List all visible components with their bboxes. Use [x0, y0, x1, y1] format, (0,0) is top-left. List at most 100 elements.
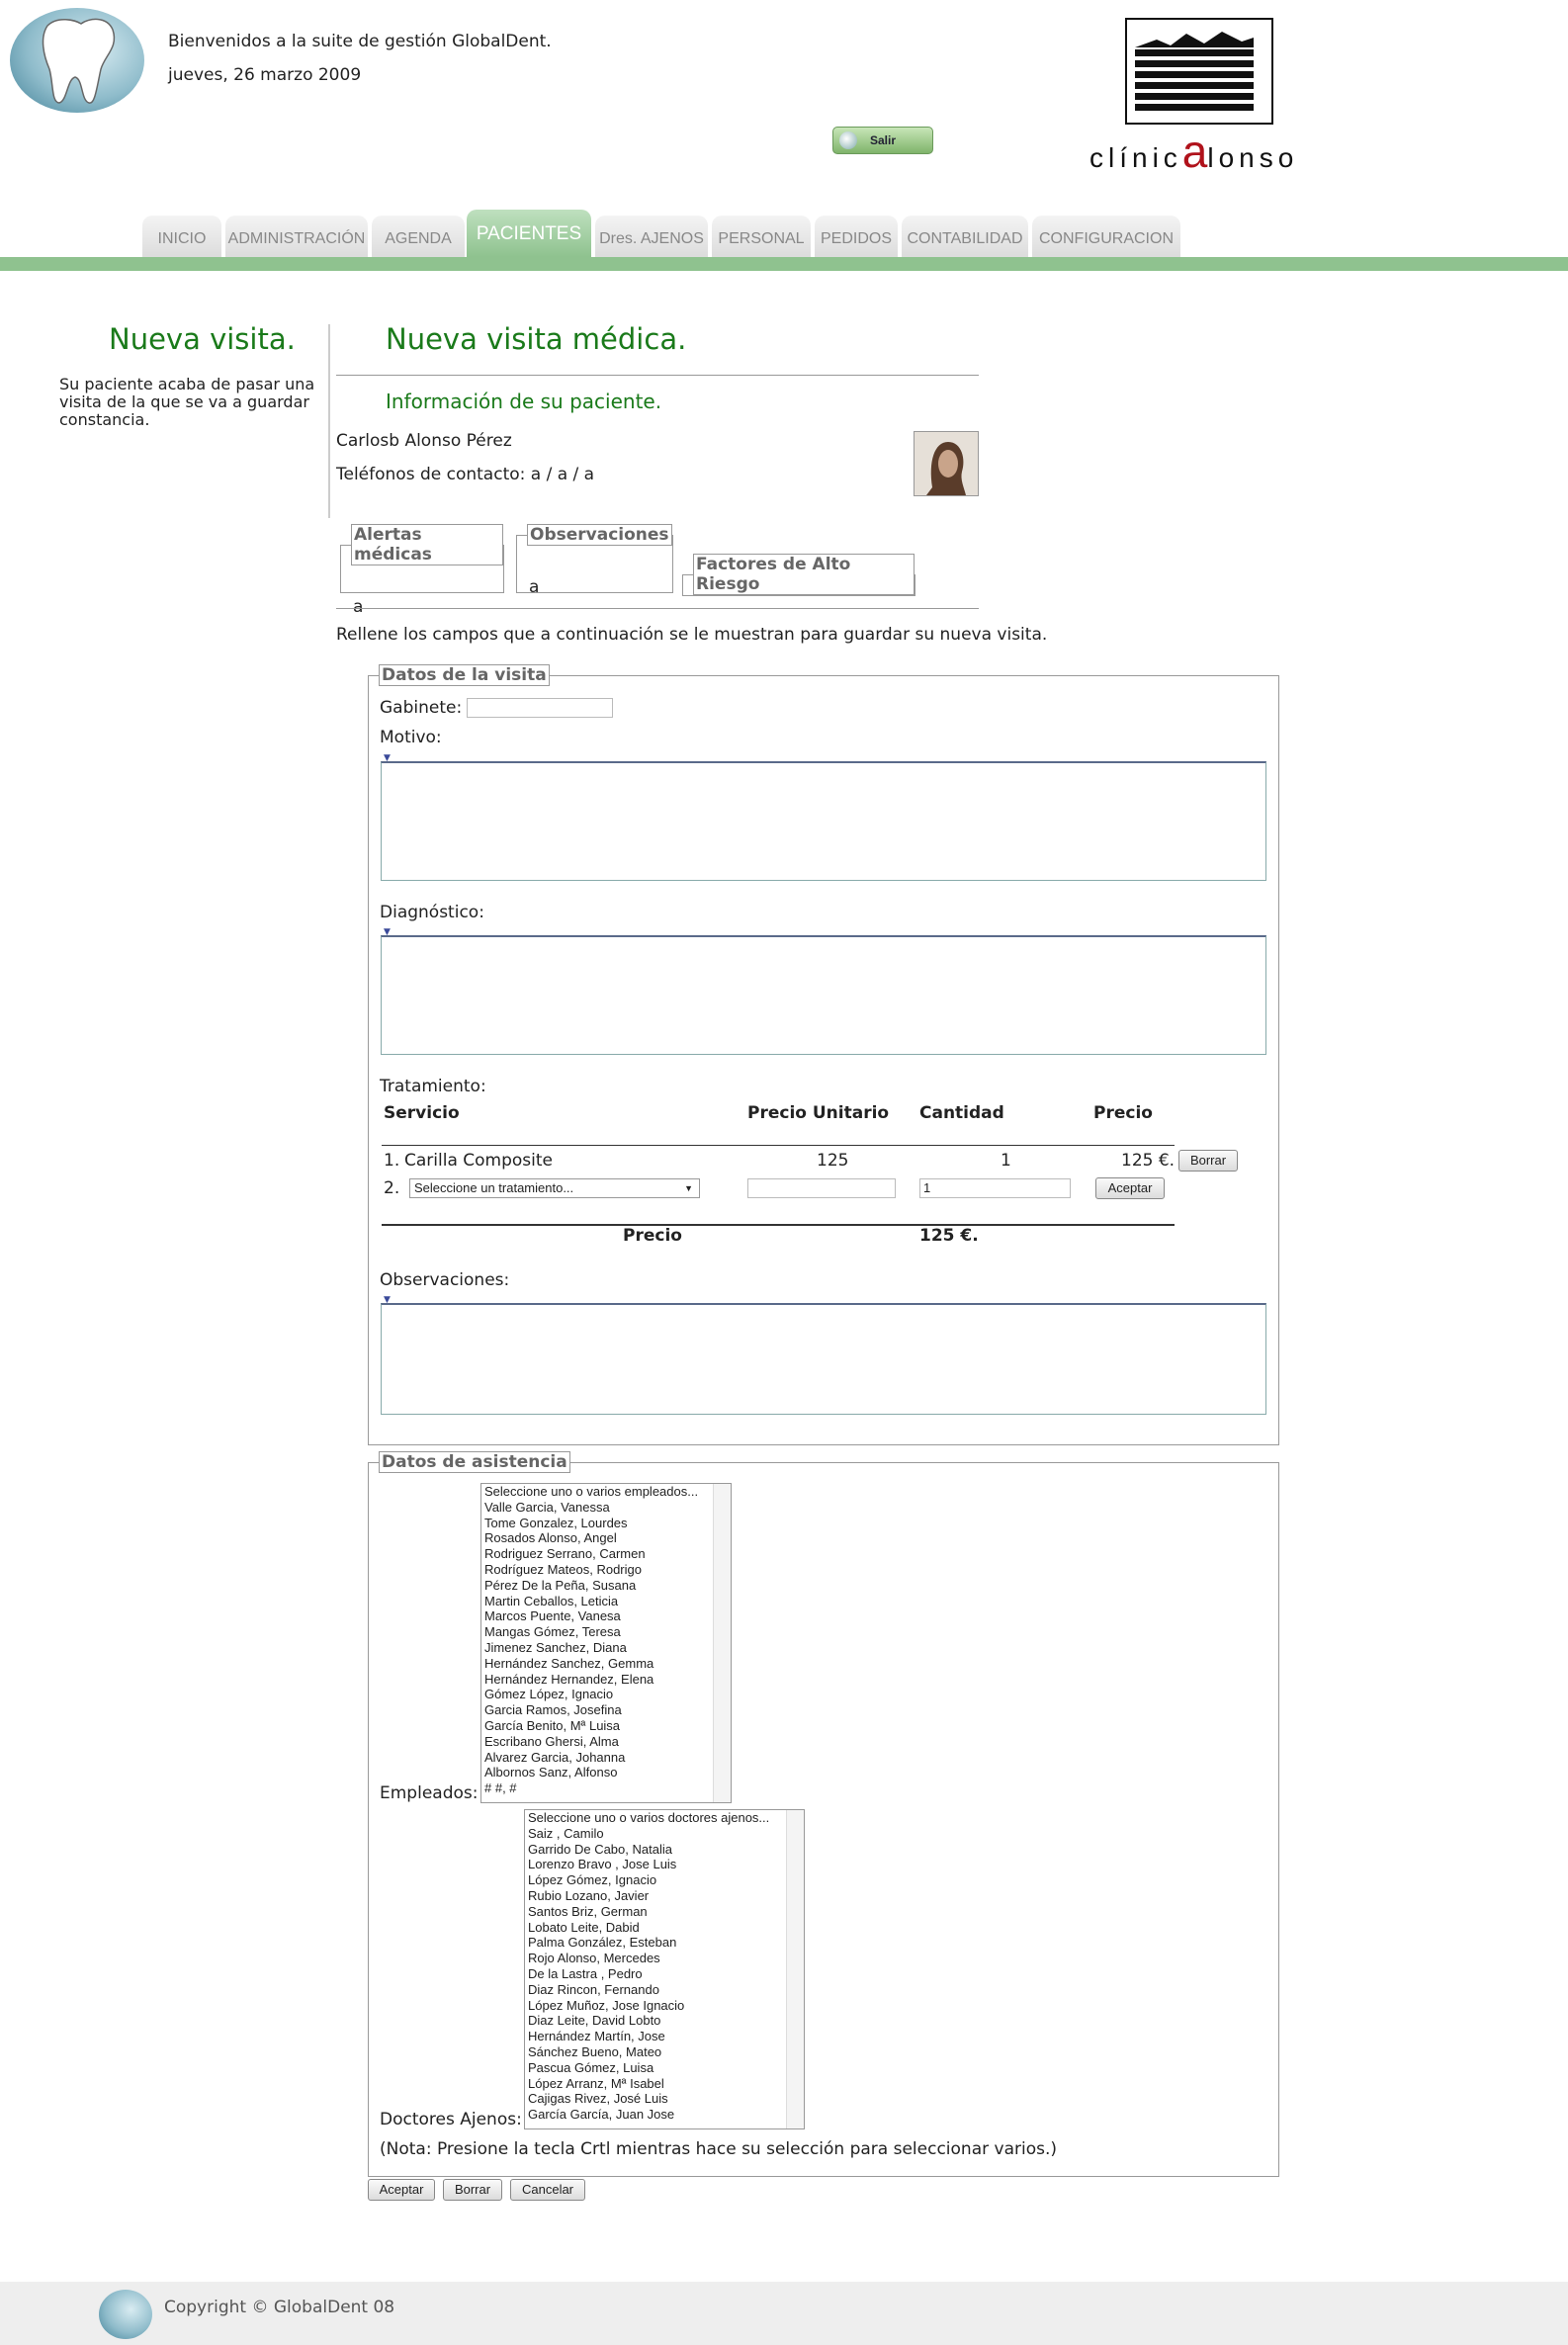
- accept-button[interactable]: Aceptar: [368, 2179, 435, 2201]
- list-option[interactable]: Diaz Leite, David Lobto: [525, 2013, 804, 2029]
- tab-administracion[interactable]: ADMINISTRACIÓN: [225, 216, 368, 257]
- tab-pedidos[interactable]: PEDIDOS: [815, 216, 898, 257]
- observations-value: a: [529, 577, 540, 597]
- observaciones-label: Observaciones:: [380, 1270, 510, 1290]
- list-option[interactable]: Rojo Alonso, Mercedes: [525, 1951, 804, 1966]
- employees-label: Empleados:: [380, 1783, 479, 1803]
- scrollbar[interactable]: [786, 1810, 804, 2128]
- list-option[interactable]: Hernández Martín, Jose: [525, 2029, 804, 2044]
- chevron-down-icon: ▼: [684, 1183, 693, 1193]
- list-option[interactable]: Escribano Ghersi, Alma: [481, 1734, 731, 1750]
- list-option[interactable]: Garrido De Cabo, Natalia: [525, 1842, 804, 1858]
- table-header-rule: [382, 1145, 1175, 1146]
- doctors-listbox[interactable]: Seleccione uno o varios doctores ajenos.…: [524, 1809, 805, 2129]
- patient-info-title: Información de su paciente.: [386, 390, 662, 413]
- list-option[interactable]: Hernández Hernandez, Elena: [481, 1672, 731, 1688]
- list-option[interactable]: Martin Ceballos, Leticia: [481, 1594, 731, 1609]
- diagnostico-textarea[interactable]: ▼: [381, 927, 1266, 1055]
- list-option[interactable]: Cajigas Rivez, José Luis: [525, 2091, 804, 2107]
- page-title: Nueva visita médica.: [386, 322, 687, 356]
- list-option[interactable]: Mangas Gómez, Teresa: [481, 1624, 731, 1640]
- unit-price-input[interactable]: [747, 1178, 896, 1198]
- list-option[interactable]: Tome Gonzalez, Lourdes: [481, 1516, 731, 1531]
- delete-button[interactable]: Borrar: [443, 2179, 502, 2201]
- list-option[interactable]: De la Lastra , Pedro: [525, 1966, 804, 1982]
- list-option[interactable]: Hernández Sanchez, Gemma: [481, 1656, 731, 1672]
- list-option[interactable]: Pérez De la Peña, Susana: [481, 1578, 731, 1594]
- tab-pacientes[interactable]: PACIENTES: [467, 210, 591, 257]
- list-option[interactable]: López Arranz, Mª Isabel: [525, 2076, 804, 2092]
- observaciones-textarea[interactable]: ▼: [381, 1295, 1266, 1415]
- divider: [336, 375, 979, 376]
- tab-inicio[interactable]: INICIO: [142, 216, 221, 257]
- list-option[interactable]: Gómez López, Ignacio: [481, 1687, 731, 1702]
- list-option[interactable]: Albornos Sanz, Alfonso: [481, 1765, 731, 1780]
- list-option[interactable]: Sánchez Bueno, Mateo: [525, 2044, 804, 2060]
- column-precio-unitario: Precio Unitario: [747, 1103, 890, 1123]
- list-option[interactable]: Rubio Lozano, Javier: [525, 1888, 804, 1904]
- exit-icon: [839, 131, 857, 149]
- expand-arrow-icon: ▼: [384, 753, 391, 763]
- cancel-button[interactable]: Cancelar: [510, 2179, 585, 2201]
- doctors-label: Doctores Ajenos:: [380, 2110, 522, 2129]
- exit-button[interactable]: Salir: [832, 127, 933, 154]
- globaldent-logo: [10, 8, 144, 113]
- risk-factors-legend: Factores de Alto Riesgo: [693, 554, 915, 595]
- column-divider: [328, 324, 330, 518]
- list-option[interactable]: Santos Briz, German: [525, 1904, 804, 1920]
- medical-alerts-value: a: [353, 597, 364, 617]
- quantity-input[interactable]: 1: [919, 1178, 1071, 1198]
- total-value: 125 €.: [919, 1226, 979, 1246]
- row-quantity: 1: [1001, 1151, 1011, 1171]
- list-option[interactable]: Pascua Gómez, Luisa: [525, 2060, 804, 2076]
- motivo-textarea[interactable]: ▼: [381, 753, 1266, 881]
- risk-factors-box: Factores de Alto Riesgo: [682, 554, 915, 596]
- row-price: 125 €.: [1121, 1151, 1176, 1171]
- list-option[interactable]: Marcos Puente, Vanesa: [481, 1608, 731, 1624]
- tab-agenda[interactable]: AGENDA: [372, 216, 465, 257]
- observations-box: Observaciones a: [516, 524, 673, 597]
- list-option[interactable]: Lobato Leite, Dabid: [525, 1920, 804, 1936]
- total-label: Precio: [623, 1226, 682, 1246]
- observations-legend: Observaciones: [527, 524, 672, 546]
- list-option[interactable]: López Muñoz, Jose Ignacio: [525, 1998, 804, 2014]
- list-option[interactable]: Palma González, Esteban: [525, 1935, 804, 1951]
- list-option[interactable]: Rodriguez Serrano, Carmen: [481, 1546, 731, 1562]
- accept-row-button[interactable]: Aceptar: [1095, 1177, 1165, 1199]
- form-instructions: Rellene los campos que a continuación se…: [336, 625, 1048, 645]
- employees-listbox[interactable]: Seleccione uno o varios empleados... Vall…: [480, 1483, 732, 1803]
- sidebar-description: Su paciente acaba de pasar una visita de…: [59, 375, 315, 429]
- column-cantidad: Cantidad: [919, 1103, 1004, 1123]
- list-option[interactable]: López Gómez, Ignacio: [525, 1872, 804, 1888]
- brand-prefix: clínic: [1089, 142, 1182, 173]
- list-option[interactable]: Diaz Rincon, Fernando: [525, 1982, 804, 1998]
- clinic-logo-building: [1125, 18, 1273, 125]
- tab-configuracion[interactable]: CONFIGURACION: [1032, 216, 1180, 257]
- list-option[interactable]: García García, Juan Jose: [525, 2107, 804, 2123]
- list-option[interactable]: # #, #: [481, 1780, 731, 1796]
- tab-dres-ajenos[interactable]: Dres. AJENOS: [595, 216, 708, 257]
- scrollbar[interactable]: [713, 1484, 731, 1802]
- list-option[interactable]: Seleccione uno o varios doctores ajenos.…: [525, 1810, 804, 1826]
- list-option[interactable]: García Benito, Mª Luisa: [481, 1718, 731, 1734]
- list-option[interactable]: Jimenez Sanchez, Diana: [481, 1640, 731, 1656]
- tab-contabilidad[interactable]: CONTABILIDAD: [902, 216, 1028, 257]
- current-date: jueves, 26 marzo 2009: [168, 65, 362, 85]
- list-option[interactable]: Alvarez Garcia, Johanna: [481, 1750, 731, 1766]
- exit-label: Salir: [869, 133, 896, 147]
- list-option[interactable]: Seleccione uno o varios empleados...: [481, 1484, 731, 1500]
- treatment-select[interactable]: Seleccione un tratamiento... ▼: [409, 1178, 700, 1198]
- list-option[interactable]: Rodríguez Mateos, Rodrigo: [481, 1562, 731, 1578]
- list-option[interactable]: Lorenzo Bravo , Jose Luis: [525, 1857, 804, 1872]
- gabinete-input[interactable]: [467, 698, 613, 718]
- row-index: 2.: [384, 1178, 400, 1198]
- delete-row-button[interactable]: Borrar: [1178, 1150, 1238, 1172]
- list-option[interactable]: Garcia Ramos, Josefina: [481, 1702, 731, 1718]
- row-service: Carilla Composite: [404, 1151, 553, 1171]
- tab-personal[interactable]: PERSONAL: [712, 216, 811, 257]
- footer-logo: [99, 2290, 152, 2339]
- patient-phones: Teléfonos de contacto: a / a / a: [336, 465, 595, 484]
- list-option[interactable]: Valle Garcia, Vanessa: [481, 1500, 731, 1516]
- list-option[interactable]: Rosados Alonso, Angel: [481, 1530, 731, 1546]
- list-option[interactable]: Saiz , Camilo: [525, 1826, 804, 1842]
